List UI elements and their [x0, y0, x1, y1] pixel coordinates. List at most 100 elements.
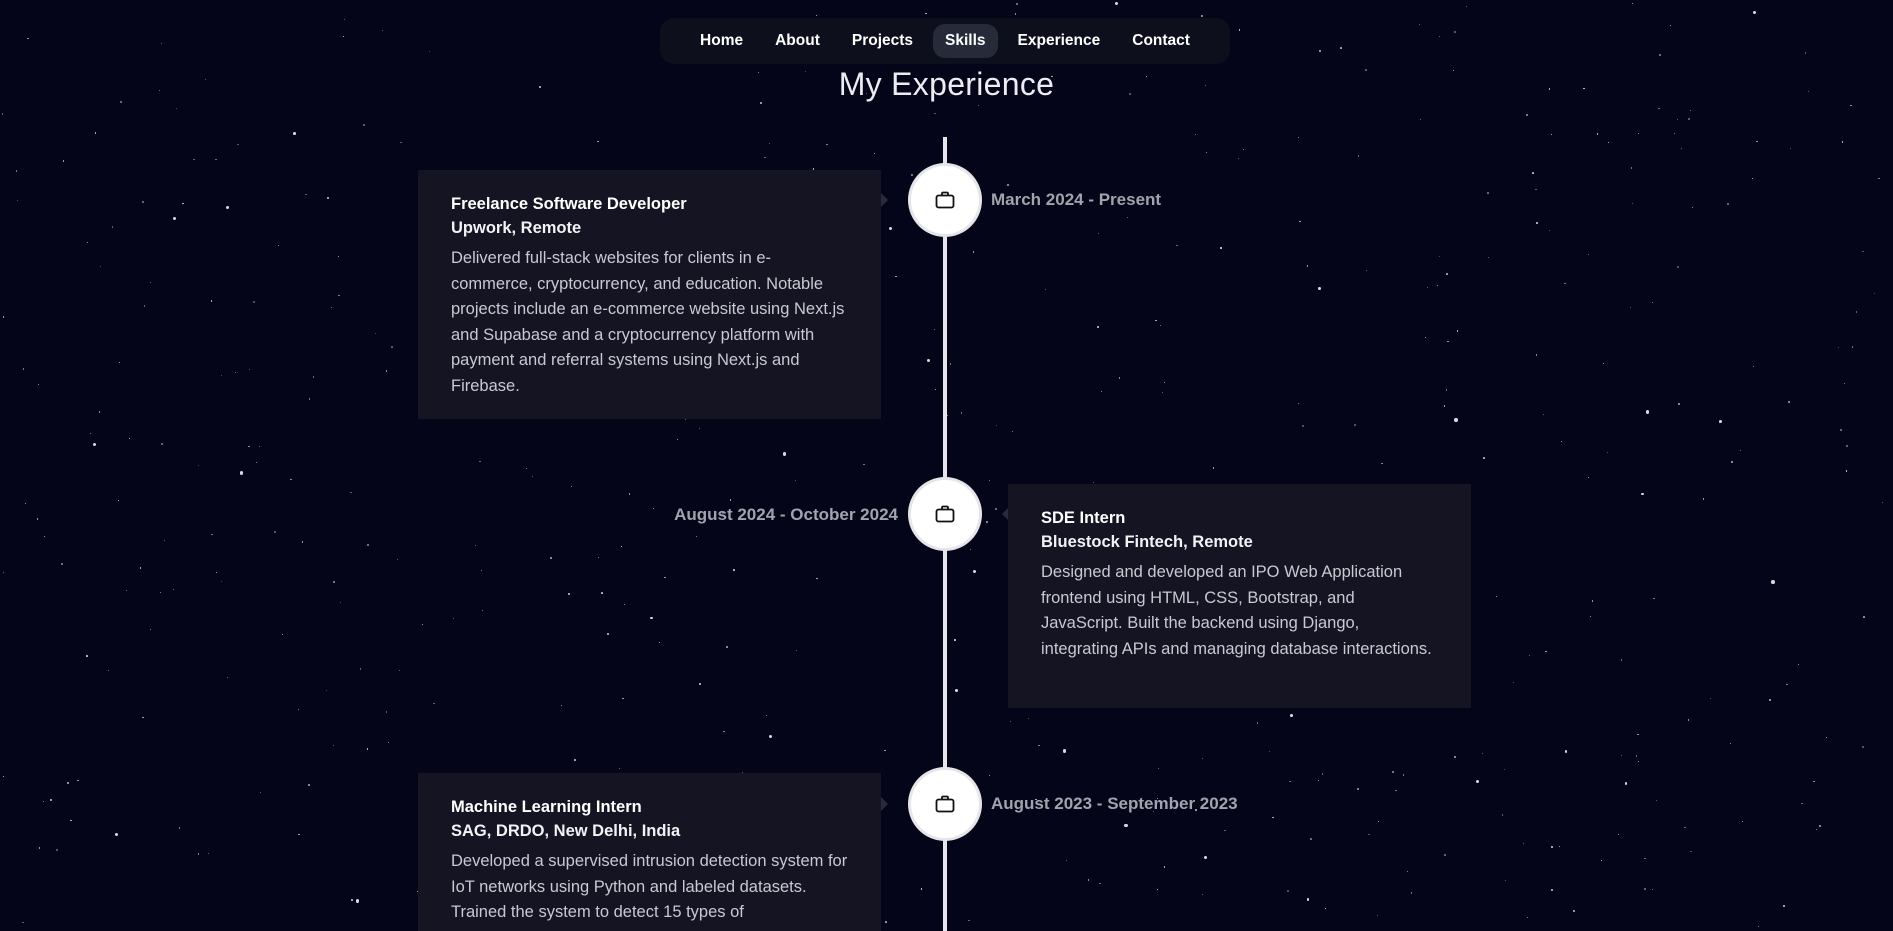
star — [1503, 769, 1506, 771]
star — [312, 376, 315, 378]
star — [1224, 830, 1226, 832]
star — [178, 827, 181, 830]
star — [1758, 926, 1760, 928]
nav-skills[interactable]: Skills — [933, 24, 998, 58]
star — [1742, 820, 1744, 822]
star — [1877, 177, 1880, 180]
star — [26, 37, 29, 40]
nav-experience[interactable]: Experience — [1006, 24, 1113, 58]
card-pointer-arrow — [881, 797, 888, 811]
star — [308, 398, 311, 400]
star — [1238, 29, 1241, 31]
star — [969, 548, 972, 551]
star — [884, 749, 886, 752]
star — [1850, 104, 1853, 107]
star — [1560, 440, 1563, 443]
star — [1445, 389, 1448, 392]
star — [1272, 816, 1274, 819]
star — [1631, 202, 1634, 204]
star — [1638, 760, 1640, 763]
star — [1062, 749, 1067, 753]
star — [1752, 365, 1755, 368]
nav-about[interactable]: About — [763, 24, 832, 58]
star — [1454, 418, 1458, 422]
star — [1606, 451, 1609, 453]
star — [1564, 750, 1568, 754]
star — [1297, 136, 1300, 138]
star — [1789, 147, 1791, 149]
briefcase-icon — [935, 795, 955, 813]
star — [934, 113, 936, 115]
star — [628, 493, 630, 495]
star — [1645, 410, 1650, 415]
star — [1797, 663, 1800, 666]
star — [1620, 659, 1622, 661]
star — [768, 734, 773, 739]
star — [1454, 756, 1456, 758]
star — [1863, 616, 1865, 618]
star — [1302, 424, 1305, 427]
star — [949, 363, 952, 365]
star — [826, 144, 828, 146]
star — [699, 683, 701, 686]
star — [1551, 846, 1553, 848]
star — [1637, 132, 1640, 135]
star — [359, 667, 362, 670]
star — [733, 569, 735, 571]
star — [282, 633, 284, 635]
star — [1096, 325, 1100, 328]
experience-card-freelance: Freelance Software Developer Upwork, Rem… — [418, 170, 881, 419]
star — [1419, 24, 1421, 26]
star — [252, 301, 255, 303]
star — [1545, 650, 1548, 653]
star — [1319, 50, 1321, 52]
role-description: Developed a supervised intrusion detecti… — [451, 852, 848, 922]
star — [150, 281, 152, 283]
star — [1769, 699, 1771, 701]
star — [1771, 580, 1775, 584]
star — [1740, 449, 1742, 451]
star — [954, 688, 958, 692]
star — [1201, 893, 1204, 896]
star — [85, 655, 88, 657]
star — [293, 131, 297, 135]
star — [117, 499, 119, 501]
nav-contact[interactable]: Contact — [1120, 24, 1202, 58]
star — [960, 412, 963, 414]
star — [94, 132, 97, 134]
timeline-node — [911, 770, 979, 838]
star — [350, 491, 352, 494]
star — [1220, 247, 1222, 249]
star — [1243, 148, 1245, 150]
star — [1596, 133, 1599, 135]
star — [570, 485, 573, 488]
star — [1475, 779, 1479, 784]
nav-projects[interactable]: Projects — [840, 24, 925, 58]
star — [926, 359, 930, 363]
star — [574, 759, 576, 761]
star — [623, 604, 625, 606]
star — [422, 624, 424, 626]
star — [55, 848, 58, 851]
star — [1256, 722, 1258, 724]
star — [197, 853, 200, 855]
star — [428, 51, 430, 53]
star — [1783, 905, 1785, 907]
star — [816, 578, 818, 580]
star — [1502, 814, 1504, 816]
star — [235, 371, 237, 373]
star — [1658, 107, 1660, 110]
star — [1862, 250, 1864, 252]
star — [618, 767, 620, 769]
star — [160, 42, 162, 44]
star — [677, 439, 679, 441]
star — [795, 479, 797, 481]
star — [367, 544, 369, 546]
date-range: August 2024 - October 2024 — [674, 505, 898, 524]
star — [1098, 232, 1100, 234]
nav-home[interactable]: Home — [688, 24, 755, 58]
star — [1212, 467, 1214, 469]
star — [1653, 597, 1655, 600]
star — [1016, 2, 1019, 5]
star — [249, 368, 250, 370]
